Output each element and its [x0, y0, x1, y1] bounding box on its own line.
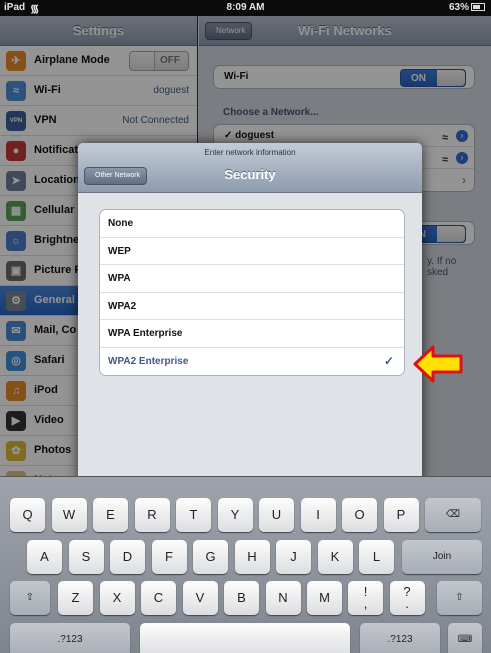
ipad-screen: iPad ᯾ 8:09 AM 63% Settings ✈ Airplane Mo… [0, 0, 491, 653]
onscreen-keyboard: Q W E R T Y U I O P ⌫ A S D F G H J K L Join ⇧ Z X C V B N M!,?. ⇧ .?1… [0, 476, 491, 653]
shift-key-left[interactable]: ⇧ [10, 581, 50, 615]
key-q[interactable]: Q [10, 498, 45, 532]
key-j[interactable]: J [276, 540, 311, 574]
key-h[interactable]: H [234, 540, 270, 574]
key-o[interactable]: O [342, 498, 377, 532]
key-z[interactable]: Z [58, 581, 93, 615]
security-option-label: None [108, 218, 133, 229]
network-info-modal: Enter network information Other Network … [78, 143, 422, 483]
key-e[interactable]: E [93, 498, 128, 532]
hide-keyboard-key[interactable]: ⌨ [448, 623, 482, 653]
key-i[interactable]: I [300, 498, 336, 532]
battery-status: 63% [449, 2, 485, 13]
key-t[interactable]: T [176, 498, 211, 532]
key-u[interactable]: U [259, 498, 294, 532]
key-k[interactable]: K [317, 540, 353, 574]
modal-prompt: Enter network information [204, 148, 296, 157]
key-c[interactable]: C [141, 581, 176, 615]
backspace-key[interactable]: ⌫ [425, 498, 481, 532]
modal-header: Enter network information Other Network … [78, 143, 422, 193]
key-b[interactable]: B [224, 581, 259, 615]
key-main-char: . [405, 596, 409, 611]
numbers-key-left[interactable]: .?123 [10, 623, 130, 653]
modal-title: Security [224, 167, 276, 182]
security-option-wpa2-enterprise[interactable]: WPA2 Enterprise ✓ [100, 348, 404, 376]
left-arrow-annotation-icon [413, 345, 463, 383]
space-bar[interactable] [140, 623, 350, 653]
security-option-wpa2[interactable]: WPA2 [100, 293, 404, 320]
numbers-key-right[interactable]: .?123 [360, 623, 440, 653]
checkmark-icon: ✓ [383, 353, 394, 368]
key-w[interactable]: W [51, 498, 87, 532]
security-option-none[interactable]: None [100, 210, 404, 238]
join-key[interactable]: Join [402, 540, 482, 574]
question-period-key[interactable]: ?. [389, 581, 425, 615]
key-g[interactable]: G [193, 540, 228, 574]
key-d[interactable]: D [110, 540, 145, 574]
security-option-wpa[interactable]: WPA [100, 265, 404, 293]
key-r[interactable]: R [134, 498, 170, 532]
shift-key-right[interactable]: ⇧ [437, 581, 482, 615]
key-a[interactable]: A [27, 540, 62, 574]
security-option-wpa-enterprise[interactable]: WPA Enterprise [100, 320, 404, 348]
security-option-label: WPA [108, 273, 131, 284]
key-v[interactable]: V [182, 581, 218, 615]
key-f[interactable]: F [151, 540, 187, 574]
security-option-label: WPA2 Enterprise [108, 355, 189, 367]
key-y[interactable]: Y [217, 498, 253, 532]
security-option-wep[interactable]: WEP [100, 238, 404, 265]
security-option-label: WPA2 [108, 300, 137, 312]
security-options-list: None WEP WPA WPA2 WPA Enterprise WPA2 Enterpr… [99, 209, 405, 376]
key-p[interactable]: P [383, 498, 419, 532]
security-option-label: WEP [108, 245, 131, 257]
clock: 8:09 AM [226, 2, 265, 13]
key-n[interactable]: N [265, 581, 301, 615]
status-bar: iPad ᯾ 8:09 AM 63% [0, 0, 491, 16]
battery-icon [471, 3, 485, 12]
key-x[interactable]: X [99, 581, 135, 615]
battery-percent: 63% [448, 2, 469, 13]
security-option-label: WPA Enterprise [108, 328, 183, 339]
key-s[interactable]: S [68, 540, 104, 574]
key-main-char: , [363, 596, 368, 611]
exclamation-comma-key[interactable]: !, [348, 581, 383, 615]
key-m[interactable]: M [307, 581, 342, 615]
key-l[interactable]: L [359, 540, 394, 574]
